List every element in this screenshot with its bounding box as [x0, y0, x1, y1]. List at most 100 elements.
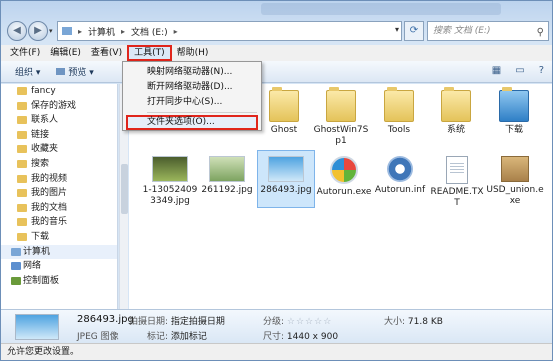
menu-item-disconnect-network-drive[interactable]: 断开网络驱动器(D)...	[123, 80, 261, 95]
recent-pages-dropdown-icon[interactable]: ▾	[49, 27, 53, 35]
nav-item-searches[interactable]: 搜索	[1, 157, 117, 172]
preview-button[interactable]: 预览 ▾	[56, 65, 94, 78]
installer-package-icon	[501, 156, 529, 182]
control-panel-icon	[11, 276, 21, 285]
computer-icon	[62, 27, 72, 35]
nav-item-label: 网络	[23, 261, 42, 272]
preview-pane-icon[interactable]: ▭	[515, 65, 524, 76]
menu-item-folder-options[interactable]: 文件夹选项(O)...	[126, 115, 258, 130]
menu-item-map-network-drive[interactable]: 映射网络驱动器(N)...	[123, 65, 261, 80]
nav-item-documents[interactable]: 我的文档	[1, 201, 117, 216]
file-item-readme-txt[interactable]: README.TXT	[428, 156, 486, 209]
file-name: Tools	[387, 125, 411, 135]
search-input[interactable]: 搜索 文档 (E:) ⚲	[427, 21, 549, 41]
address-bar[interactable]: ▸ 计算机 ▸ 文档 (E:) ▸ ▾	[57, 21, 402, 41]
file-item-1-130524093349-jpg[interactable]: 1-130524093349.jpg	[141, 156, 199, 207]
file-name: README.TXT	[430, 187, 484, 208]
nav-item-music[interactable]: 我的音乐	[1, 215, 117, 230]
nav-item-label: 链接	[31, 129, 50, 140]
date-taken-field: 拍摄日期: 指定拍摄日期	[129, 314, 225, 327]
tools-menu: 映射网络驱动器(N)... 断开网络驱动器(D)... 打开同步中心(S)...…	[122, 61, 262, 131]
file-name: Autorun.exe	[316, 187, 372, 197]
folder-item-downloads[interactable]: 下载	[485, 87, 543, 136]
folder-icon	[17, 203, 27, 212]
nav-item-pictures[interactable]: 我的图片	[1, 186, 117, 201]
chevron-right-icon[interactable]: ▸	[121, 27, 125, 36]
nav-item-links[interactable]: 链接	[1, 128, 117, 143]
file-name: 286493.jpg	[260, 185, 312, 195]
search-placeholder: 搜索 文档 (E:)	[433, 26, 491, 36]
tags-label: 标记:	[147, 332, 169, 342]
help-icon[interactable]: ?	[539, 65, 544, 76]
nav-item-saved-games[interactable]: 保存的游戏	[1, 99, 117, 114]
folder-icon	[17, 145, 27, 154]
nav-item-label: 搜索	[31, 158, 50, 169]
folder-icon	[499, 87, 529, 122]
file-name: 系统	[446, 125, 465, 135]
nav-item-contacts[interactable]: 联系人	[1, 113, 117, 128]
image-thumbnail	[268, 156, 304, 182]
menu-separator	[147, 112, 257, 113]
folder-icon	[17, 116, 27, 125]
menu-file[interactable]: 文件(F)	[5, 45, 45, 61]
back-button[interactable]: ◀	[7, 21, 27, 41]
menu-tools[interactable]: 工具(T)	[127, 45, 172, 61]
nav-item-fancy[interactable]: fancy	[1, 84, 117, 99]
tags-value[interactable]: 添加标记	[171, 332, 207, 342]
organize-button[interactable]: 组织 ▾	[15, 65, 40, 78]
folder-item-tools[interactable]: Tools	[370, 87, 428, 136]
refresh-button[interactable]: ⟳	[404, 21, 424, 41]
file-item-autorun-inf[interactable]: Autorun.inf	[371, 156, 429, 196]
breadcrumb-drive[interactable]: 文档 (E:)	[131, 25, 168, 38]
size-value: 71.8 KB	[407, 317, 443, 327]
preview-icon	[56, 68, 66, 75]
file-item-286493-jpg[interactable]: 286493.jpg	[257, 150, 315, 208]
date-taken-value[interactable]: 指定拍摄日期	[171, 317, 225, 327]
nav-item-network[interactable]: 网络	[1, 259, 117, 274]
network-icon	[11, 262, 21, 271]
nav-item-computer[interactable]: 计算机	[1, 244, 117, 260]
nav-item-label: 联系人	[31, 115, 59, 126]
nav-item-downloads[interactable]: 下载	[1, 230, 117, 245]
folder-icon	[326, 87, 356, 122]
menu-help[interactable]: 帮助(H)	[172, 45, 214, 61]
menu-bar: 文件(F) 编辑(E) 查看(V) 工具(T) 帮助(H)	[1, 45, 552, 61]
chevron-right-icon[interactable]: ▸	[174, 27, 178, 36]
folder-item-ghostwin7sp1[interactable]: GhostWin7Sp1	[312, 87, 370, 147]
view-options-icon[interactable]: ▦	[492, 65, 501, 76]
title-bar	[261, 3, 501, 15]
folder-icon	[17, 174, 27, 183]
menu-edit[interactable]: 编辑(E)	[45, 45, 86, 61]
folder-item-ghost[interactable]: Ghost	[255, 87, 313, 136]
menu-item-open-sync-center[interactable]: 打开同步中心(S)...	[123, 95, 261, 110]
rating-stars[interactable]: ☆☆☆☆☆	[287, 317, 332, 327]
folder-item-system[interactable]: 系统	[427, 87, 485, 136]
text-document-icon	[446, 156, 468, 184]
nav-item-label: 我的视频	[31, 173, 68, 184]
nav-scrollbar-thumb[interactable]	[121, 164, 128, 214]
rating-label: 分级:	[263, 317, 285, 327]
forward-button[interactable]: ▶	[28, 21, 48, 41]
search-icon[interactable]: ⚲	[537, 24, 544, 42]
nav-item-videos[interactable]: 我的视频	[1, 172, 117, 187]
date-taken-label: 拍摄日期:	[129, 317, 169, 327]
chevron-right-icon[interactable]: ▸	[78, 27, 82, 36]
file-item-autorun-exe[interactable]: Autorun.exe	[315, 156, 373, 198]
dimensions-field: 尺寸: 1440 x 900	[263, 329, 338, 342]
nav-item-favorites[interactable]: 收藏夹	[1, 142, 117, 157]
menu-view[interactable]: 查看(V)	[86, 45, 127, 61]
rating-field: 分级: ☆☆☆☆☆	[263, 314, 332, 327]
nav-item-label: 计算机	[23, 246, 51, 257]
breadcrumb-computer[interactable]: 计算机	[88, 25, 115, 38]
file-name: USD_union.exe	[486, 185, 544, 206]
file-name: Autorun.inf	[374, 185, 426, 195]
file-item-261192-jpg[interactable]: 261192.jpg	[198, 156, 256, 196]
file-item-usd-union-exe[interactable]: USD_union.exe	[486, 156, 544, 207]
address-dropdown-icon[interactable]: ▾	[395, 25, 399, 34]
nav-item-control-panel[interactable]: 控制面板	[1, 274, 117, 289]
windows-logo-icon	[330, 156, 358, 184]
file-name: 1-130524093349.jpg	[142, 185, 198, 206]
folder-icon	[17, 189, 27, 198]
nav-item-label: 收藏夹	[31, 144, 59, 155]
size-field: 大小: 71.8 KB	[384, 314, 443, 327]
